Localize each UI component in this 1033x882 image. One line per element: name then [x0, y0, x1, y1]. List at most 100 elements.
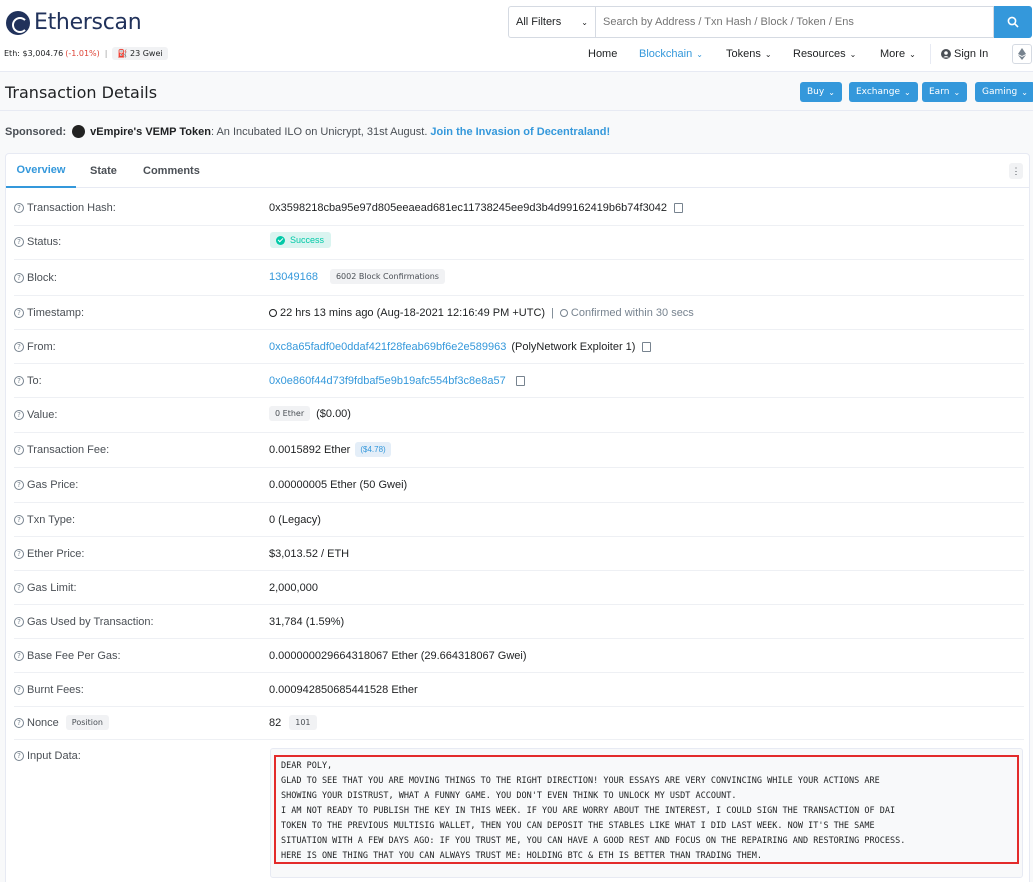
- highlight-box: [274, 755, 1019, 864]
- row-block: ? Block: 13049168 6002 Block Confirmations: [14, 260, 1024, 296]
- help-icon[interactable]: ?: [14, 685, 24, 695]
- tab-state-label: State: [90, 165, 117, 177]
- row-nonce: ? Nonce Position 82 101: [14, 707, 1024, 740]
- gaming-label: Gaming: [982, 87, 1018, 97]
- row-burnt-fees: ? Burnt Fees: 0.000942850685441528 Ether: [14, 673, 1024, 707]
- nav-home[interactable]: Home: [588, 44, 617, 64]
- help-icon[interactable]: ?: [14, 308, 24, 318]
- nav-tokens[interactable]: Tokens ⌄: [726, 44, 772, 64]
- row-to: ? To: 0x0e860f44d73f9fdbaf5e9b19afc554bf3…: [14, 364, 1024, 398]
- help-icon[interactable]: ?: [14, 342, 24, 352]
- copy-icon[interactable]: [640, 342, 652, 355]
- filter-label: All Filters: [516, 16, 562, 28]
- search-button[interactable]: [994, 6, 1032, 38]
- sponsored-link[interactable]: Join the Invasion of Decentraland!: [430, 126, 610, 138]
- etherscan-logo[interactable]: Etherscan: [6, 10, 142, 35]
- help-icon[interactable]: ?: [14, 515, 24, 525]
- chevron-down-icon: ⌄: [903, 87, 911, 97]
- chevron-down-icon: ⌄: [1021, 87, 1028, 97]
- help-icon[interactable]: ?: [14, 583, 24, 593]
- value-label: Value:: [27, 409, 58, 421]
- copy-icon[interactable]: [513, 376, 525, 389]
- ether-price-value: $3,013.52 / ETH: [269, 548, 350, 560]
- help-icon[interactable]: ?: [14, 203, 24, 213]
- help-icon[interactable]: ?: [14, 617, 24, 627]
- row-txn-type: ? Txn Type: 0 (Legacy): [14, 503, 1024, 537]
- etherscan-logo-icon: [6, 10, 30, 35]
- search-icon: [1007, 16, 1019, 28]
- block-label: Block:: [27, 272, 57, 284]
- from-label: From:: [27, 341, 56, 353]
- buy-button[interactable]: Buy ⌄: [800, 82, 842, 102]
- gas-limit-label: Gas Limit:: [27, 582, 77, 594]
- gas-used-value: 31,784 (1.59%): [269, 616, 345, 628]
- block-confirmations-badge: 6002 Block Confirmations: [329, 269, 445, 284]
- help-icon[interactable]: ?: [14, 651, 24, 661]
- gas-pump-icon: ⛽: [117, 48, 128, 58]
- status-label: Status:: [27, 236, 62, 248]
- search-filter-select[interactable]: All Filters ⌄: [508, 6, 595, 38]
- sponsored-banner: Sponsored: vEmpire's VEMP Token : An Inc…: [5, 125, 610, 138]
- help-icon[interactable]: ?: [14, 273, 24, 283]
- transaction-card: Overview State Comments ⋮ ? Transaction H…: [5, 153, 1030, 882]
- txn-type-value: 0 (Legacy): [269, 514, 321, 526]
- help-icon[interactable]: ?: [14, 376, 24, 386]
- tab-overview[interactable]: Overview: [6, 154, 76, 188]
- nav-more[interactable]: More ⌄: [880, 44, 916, 64]
- txn-type-label: Txn Type:: [27, 514, 76, 526]
- nav-blockchain[interactable]: Blockchain ⌄: [639, 44, 703, 64]
- search-input[interactable]: [595, 6, 994, 38]
- tab-comments[interactable]: Comments: [143, 154, 200, 188]
- copy-icon[interactable]: [672, 203, 684, 216]
- from-address-link[interactable]: 0xc8a65fadf0e0ddaf421f28feab69bf6e2e5899…: [269, 341, 506, 353]
- status-value: Success: [290, 235, 325, 245]
- page-title: Transaction Details: [5, 83, 158, 102]
- help-icon[interactable]: ?: [14, 480, 24, 490]
- tab-overview-label: Overview: [16, 164, 66, 176]
- nav-home-label: Home: [588, 48, 618, 60]
- ether-price-label: Ether Price:: [27, 548, 85, 560]
- help-icon[interactable]: ?: [14, 410, 24, 420]
- eth-price-bar: Eth: $3,004.76 (-1.01%) | ⛽ 23 Gwei: [4, 45, 168, 61]
- network-switch-button[interactable]: [1012, 44, 1032, 64]
- burnt-fees-value: 0.000942850685441528 Ether: [269, 684, 418, 696]
- gas-price-badge[interactable]: ⛽ 23 Gwei: [112, 46, 168, 60]
- vemp-token-icon: [72, 125, 86, 138]
- base-fee-label: Base Fee Per Gas:: [27, 650, 121, 662]
- help-icon[interactable]: ?: [14, 751, 24, 761]
- nav-blockchain-label: Blockchain: [639, 48, 693, 60]
- tab-state[interactable]: State: [90, 154, 117, 188]
- chevron-down-icon: ⌄: [909, 49, 916, 59]
- nav-resources[interactable]: Resources ⌄: [793, 44, 856, 64]
- gaming-button[interactable]: Gaming ⌄: [975, 82, 1033, 102]
- eth-price-change: (-1.01%): [65, 48, 100, 58]
- chevron-down-icon: ⌄: [828, 87, 835, 97]
- help-icon[interactable]: ?: [14, 237, 24, 247]
- position-value-badge: 101: [289, 715, 317, 730]
- exchange-button[interactable]: Exchange ⌄: [849, 82, 918, 102]
- base-fee-value: 0.000000029664318067 Ether (29.664318067…: [269, 650, 527, 662]
- to-address-link[interactable]: 0x0e860f44d73f9fdbaf5e9b19afc554bf3c8e8a…: [269, 375, 506, 387]
- block-number-link[interactable]: 13049168: [269, 271, 318, 283]
- more-options-icon[interactable]: ⋮: [1009, 163, 1023, 179]
- sponsored-text: : An Incubated ILO on Unicrypt, 31st Aug…: [210, 125, 428, 138]
- help-icon[interactable]: ?: [14, 445, 24, 455]
- nav-tokens-label: Tokens: [726, 48, 761, 60]
- sign-in-link[interactable]: Sign In: [930, 44, 988, 64]
- search-bar: All Filters ⌄: [508, 6, 1032, 38]
- help-icon[interactable]: ?: [14, 549, 24, 559]
- row-transaction-fee: ? Transaction Fee: 0.0015892 Ether ($4.78): [14, 433, 1024, 468]
- earn-button[interactable]: Earn ⌄: [922, 82, 968, 102]
- row-base-fee: ? Base Fee Per Gas: 0.000000029664318067 …: [14, 639, 1024, 673]
- tab-bar: Overview State Comments ⋮: [6, 154, 1029, 188]
- sign-in-label: Sign In: [954, 48, 989, 60]
- fee-value: 0.0015892 Ether: [269, 443, 351, 456]
- help-icon[interactable]: ?: [14, 717, 24, 728]
- input-data-textarea[interactable]: DEAR POLY, GLAD TO SEE THAT YOU ARE MOVI…: [270, 748, 1023, 878]
- nonce-label: Nonce: [27, 716, 59, 729]
- fee-usd-badge: ($4.78): [355, 442, 391, 457]
- burnt-fees-label: Burnt Fees:: [27, 684, 84, 696]
- row-gas-price: ? Gas Price: 0.00000005 Ether (50 Gwei): [14, 468, 1024, 503]
- clock-icon: [269, 309, 277, 317]
- sponsored-label: Sponsored:: [5, 125, 67, 138]
